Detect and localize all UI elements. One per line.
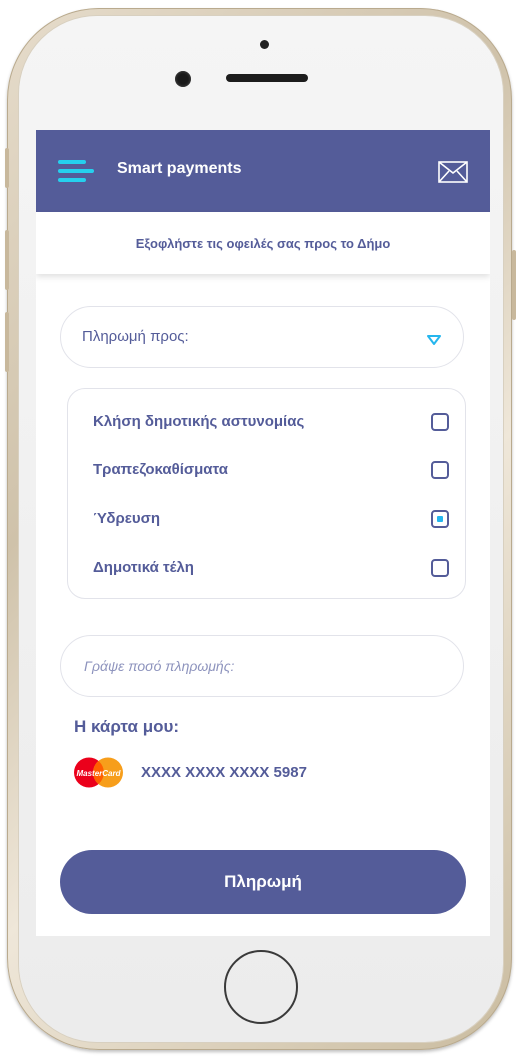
svg-text:MasterCard: MasterCard: [76, 769, 121, 778]
option-label: Ύδρευση: [93, 510, 161, 527]
option-label: Τραπεζοκαθίσματα: [93, 461, 229, 478]
option-checkbox-checked[interactable]: [431, 510, 449, 528]
home-button[interactable]: [224, 950, 298, 1024]
chevron-down-icon[interactable]: [427, 335, 441, 345]
payment-to-select[interactable]: Πληρωμή προς:: [60, 306, 464, 368]
app-bar: Smart payments: [36, 130, 490, 212]
app-title: Smart payments: [117, 160, 242, 177]
volume-down-button: [5, 312, 9, 372]
option-label: Κλήση δημοτικής αστυνομίας: [93, 413, 305, 430]
front-camera: [175, 71, 191, 87]
envelope-icon[interactable]: [438, 161, 468, 183]
page-subtitle: Εξοφλήστε τις οφειλές σας προς το Δήμο: [36, 212, 490, 274]
payment-to-label: Πληρωμή προς:: [82, 328, 189, 345]
option-checkbox[interactable]: [431, 559, 449, 577]
option-item[interactable]: Ύδρευση: [68, 506, 467, 536]
option-label: Δημοτικά τέλη: [93, 559, 194, 576]
option-item[interactable]: Κλήση δημοτικής αστυνομίας: [68, 409, 467, 439]
payment-options-list: Κλήση δημοτικής αστυνομίας Τραπεζοκαθίσμ…: [67, 388, 466, 599]
power-button: [512, 250, 516, 320]
mastercard-icon: MasterCard: [74, 757, 123, 788]
option-checkbox[interactable]: [431, 413, 449, 431]
option-checkbox[interactable]: [431, 461, 449, 479]
pay-button[interactable]: Πληρωμή: [60, 850, 466, 914]
option-item[interactable]: Δημοτικά τέλη: [68, 555, 467, 585]
my-card-title: Η κάρτα μου:: [74, 717, 180, 736]
volume-up-button: [5, 230, 9, 290]
earpiece-speaker: [226, 74, 308, 82]
amount-placeholder: Γράψε ποσό πληρωμής:: [84, 658, 235, 674]
hamburger-menu-icon[interactable]: [58, 160, 94, 182]
proximity-sensor: [260, 40, 269, 49]
option-item[interactable]: Τραπεζοκαθίσματα: [68, 457, 467, 487]
card-number: XXXX XXXX XXXX 5987: [141, 764, 307, 781]
amount-input[interactable]: Γράψε ποσό πληρωμής:: [60, 635, 464, 697]
mute-switch: [5, 148, 9, 188]
app-screen: Smart payments Εξοφλήστε τις οφειλές σας…: [36, 130, 490, 936]
